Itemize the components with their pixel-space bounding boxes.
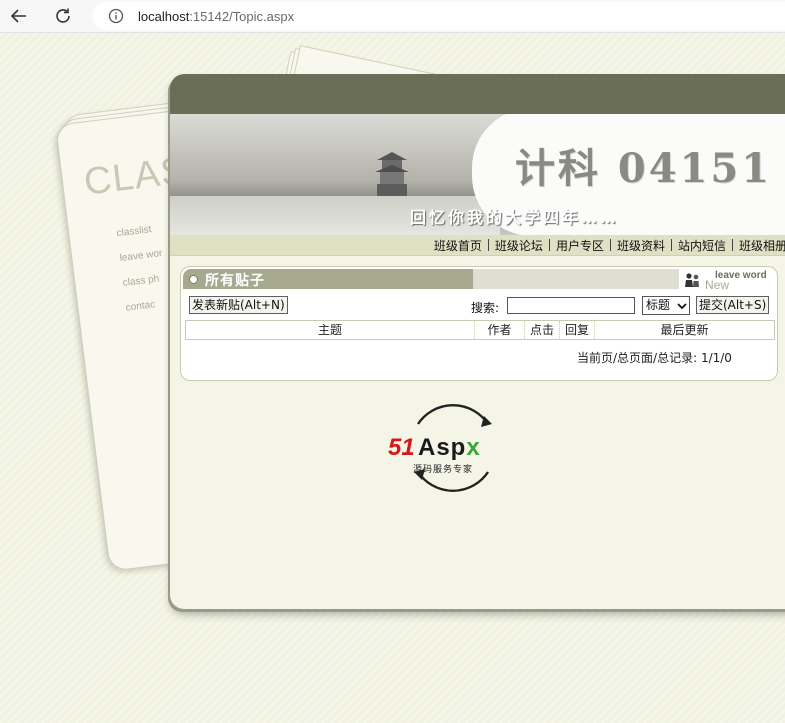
topics-box: 所有贴子 leave word New 发表新贴(Alt+N) 搜索: 标题 提… (180, 266, 778, 381)
bullet-icon (189, 275, 198, 284)
51aspx-logo[interactable]: 51 Aspx 源码服务专家 (388, 402, 513, 494)
submit-search-button[interactable]: 提交(Alt+S) (696, 296, 770, 314)
column-last-update[interactable]: 最后更新 (595, 321, 774, 339)
column-subject[interactable]: 主题 (186, 321, 475, 339)
url-path: :15142/Topic.aspx (189, 8, 295, 24)
browser-toolbar: localhost:15142/Topic.aspx (0, 0, 785, 33)
site-title: 计科 04151 (515, 145, 773, 192)
chevron-down-icon (677, 303, 687, 310)
back-button[interactable] (6, 4, 32, 28)
main-navigation: 班级首页 班级论坛 用户专区 班级资料 站内短信 班级相册 (170, 235, 785, 256)
site-slogan: 回忆你我的大学四年…… (410, 208, 620, 227)
column-replies[interactable]: 回复 (560, 321, 595, 339)
people-icon (685, 273, 699, 287)
section-header-fill (473, 269, 679, 289)
panel-header-strip (170, 74, 785, 114)
nav-album[interactable]: 班级相册 (733, 237, 785, 254)
arrow-left-icon (10, 9, 26, 23)
column-author[interactable]: 作者 (475, 321, 525, 339)
address-bar[interactable]: localhost:15142/Topic.aspx (92, 2, 785, 30)
logo-text-main: Asp (418, 434, 467, 461)
leave-word-link[interactable]: leave word New (681, 270, 777, 292)
logo-tagline: 源码服务专家 (413, 465, 474, 475)
topics-table-header: 主题 作者 点击 回复 最后更新 (185, 320, 775, 340)
reload-button[interactable] (50, 4, 76, 28)
column-clicks[interactable]: 点击 (525, 321, 560, 339)
nav-user-area[interactable]: 用户专区 (550, 237, 610, 254)
search-input[interactable] (507, 297, 635, 314)
url-text: localhost:15142/Topic.aspx (138, 9, 294, 24)
new-post-button[interactable]: 发表新贴(Alt+N) (189, 296, 288, 314)
nav-resources[interactable]: 班级资料 (611, 237, 671, 254)
info-icon[interactable] (108, 8, 124, 24)
main-panel: 计科 04151 回忆你我的大学四年…… 班级首页 班级论坛 用户专区 班级资料… (170, 74, 785, 609)
nav-messages[interactable]: 站内短信 (672, 237, 732, 254)
nav-home[interactable]: 班级首页 (428, 237, 488, 254)
logo-number: 51 (388, 434, 415, 461)
topics-header: 所有贴子 leave word New (181, 269, 777, 292)
search-label: 搜索: (471, 301, 500, 315)
site-banner: 计科 04151 回忆你我的大学四年…… (170, 114, 785, 235)
pagoda-icon (375, 152, 409, 196)
url-host: localhost (138, 8, 190, 24)
reload-icon (56, 8, 70, 23)
search-field-select[interactable]: 标题 (642, 296, 690, 315)
search-field-value: 标题 (646, 298, 671, 312)
logo-text: Aspx (418, 434, 481, 462)
logo-text-x: x (466, 434, 481, 461)
nav-forum[interactable]: 班级论坛 (489, 237, 549, 254)
pagination-info: 当前页/总页面/总记录: 1/1/0 (577, 351, 732, 365)
section-title: 所有贴子 (205, 273, 265, 289)
leave-word-new: New (705, 278, 730, 292)
